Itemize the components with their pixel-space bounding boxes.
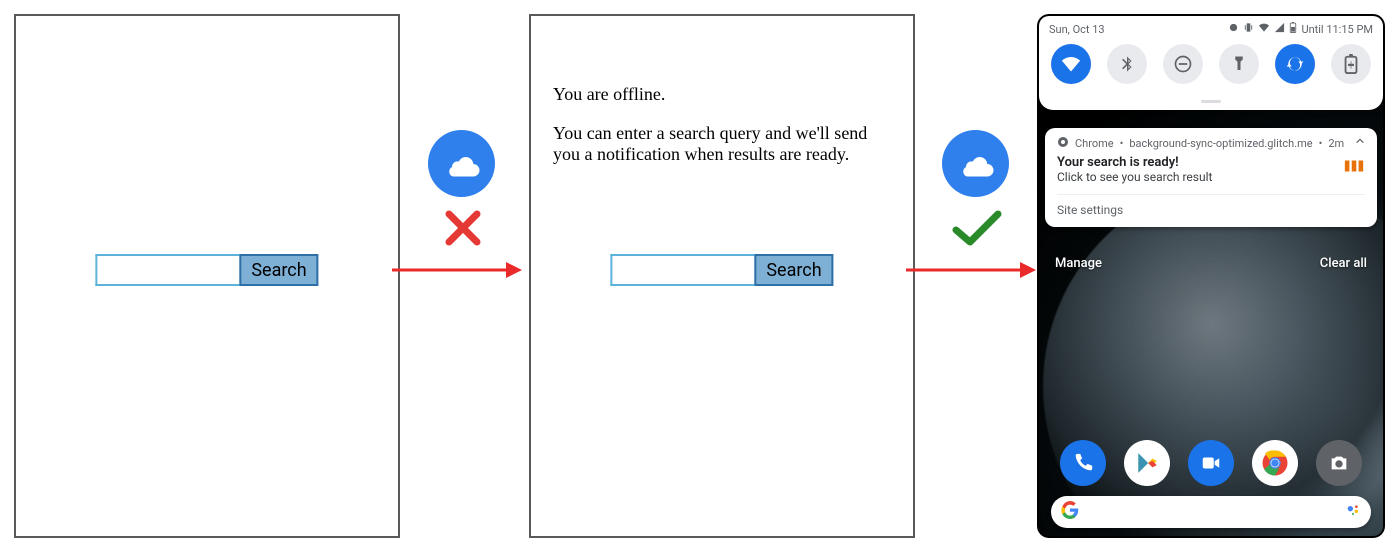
notif-site-settings[interactable]: Site settings [1057,194,1365,217]
quick-settings-shade: Sun, Oct 13 [1039,16,1383,110]
phone-mockup: Sun, Oct 13 [1037,14,1385,538]
transition-online [926,130,1026,300]
offline-body: You can enter a search query and we'll s… [553,123,891,165]
search-button[interactable]: Search [754,254,833,286]
notif-sep: • [1120,137,1124,150]
qs-autorotate[interactable] [1275,44,1315,84]
notification-card[interactable]: Chrome • background-sync-optimized.glitc… [1045,128,1377,227]
alarm-icon [1228,22,1239,36]
vibrate-icon [1243,22,1254,36]
panel-initial: Search [14,14,400,538]
panel-offline-message: You are offline. You can enter a search … [529,14,915,538]
assistant-icon[interactable] [1345,502,1361,522]
status-date: Sun, Oct 13 [1049,23,1105,36]
cell-signal-icon [1274,22,1285,36]
cross-icon [436,205,490,251]
clear-all-button[interactable]: Clear all [1320,256,1367,271]
notif-age: 2m [1328,137,1344,150]
status-right-label: Until 11:15 PM [1301,23,1373,36]
chevron-up-icon[interactable] [1355,136,1365,149]
dock [1039,440,1383,486]
shade-controls: Manage Clear all [1039,246,1383,281]
qs-flashlight[interactable] [1219,44,1259,84]
diagram-stage: Search You are offline. You can enter a … [0,0,1400,552]
search-input[interactable] [95,254,239,286]
check-icon [950,205,1004,251]
search-row: Search [610,254,833,286]
google-g-icon [1061,501,1079,523]
shade-handle[interactable] [1039,96,1383,110]
qs-bluetooth[interactable] [1107,44,1147,84]
qs-row [1039,38,1383,96]
status-bar: Sun, Oct 13 [1039,16,1383,38]
manage-button[interactable]: Manage [1055,256,1102,271]
offline-heading: You are offline. [553,84,891,105]
qs-dnd[interactable] [1163,44,1203,84]
arrow-icon [906,260,1036,280]
notif-app-label: Chrome [1075,137,1114,150]
qs-wifi[interactable] [1051,44,1091,84]
search-input[interactable] [610,254,754,286]
wifi-status-icon [1258,22,1270,36]
app-phone[interactable] [1060,440,1106,486]
app-duo[interactable] [1188,440,1234,486]
app-camera[interactable] [1316,440,1362,486]
battery-icon [1289,22,1297,36]
notification-app-large-icon [1343,155,1365,177]
qs-battery-saver[interactable] [1331,44,1371,84]
cloud-icon [428,130,495,197]
transition-offline [412,130,512,300]
search-button[interactable]: Search [239,254,318,286]
cloud-icon [942,130,1009,197]
notif-title: Your search is ready! [1057,155,1212,170]
app-play[interactable] [1124,440,1170,486]
search-row: Search [95,254,318,286]
notif-sep: • [1319,137,1323,150]
notif-body: Click to see you search result [1057,170,1212,184]
chrome-app-icon [1057,136,1069,151]
notif-source: background-sync-optimized.glitch.me [1129,137,1312,150]
arrow-icon [392,260,522,280]
offline-text-block: You are offline. You can enter a search … [553,84,891,183]
home-search-pill[interactable] [1051,496,1371,528]
notification-header: Chrome • background-sync-optimized.glitc… [1057,136,1365,151]
app-chrome[interactable] [1252,440,1298,486]
